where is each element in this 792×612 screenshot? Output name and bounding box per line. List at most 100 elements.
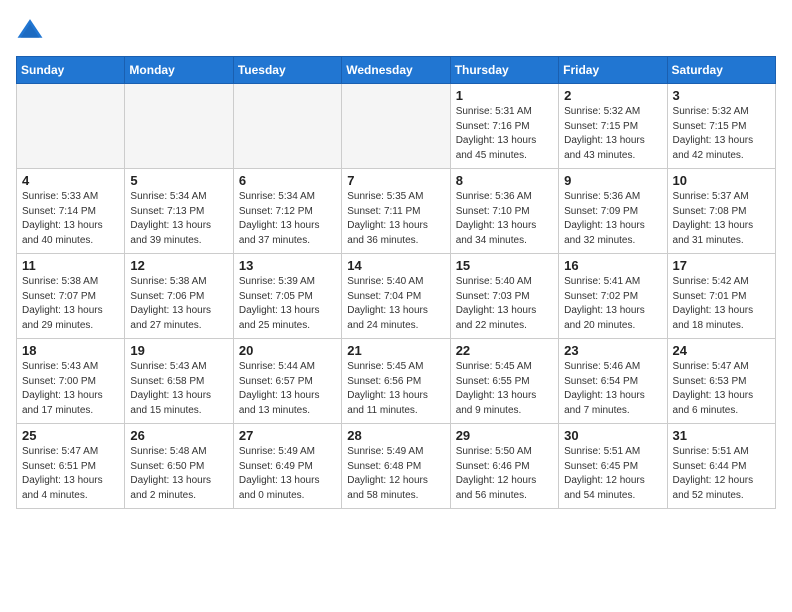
day-cell: 29 Sunrise: 5:50 AMSunset: 6:46 PMDayligh… [450, 424, 558, 509]
day-number: 11 [22, 258, 119, 273]
day-info: Sunrise: 5:49 AMSunset: 6:49 PMDaylight:… [239, 445, 336, 503]
day-info: Sunrise: 5:32 AMSunset: 7:15 PMDaylight:… [673, 105, 770, 163]
day-number: 7 [347, 173, 444, 188]
day-cell: 10 Sunrise: 5:37 AMSunset: 7:08 PMDayligh… [667, 169, 775, 254]
day-cell: 6Sunrise: 5:34 AMSunset: 7:12 PMDaylight… [233, 169, 341, 254]
day-info: Sunrise: 5:51 AMSunset: 6:45 PMDaylight:… [564, 445, 661, 503]
day-number: 25 [22, 428, 119, 443]
week-row: 1 Sunrise: 5:31 AMSunset: 7:16 PMDaylight… [17, 84, 776, 169]
day-number: 3 [673, 88, 770, 103]
day-cell: 26Sunrise: 5:48 AMSunset: 6:50 PMDayligh… [125, 424, 233, 509]
day-cell [125, 84, 233, 169]
day-number: 8 [456, 173, 553, 188]
day-cell: 2 Sunrise: 5:32 AMSunset: 7:15 PMDaylight… [559, 84, 667, 169]
weekday-header-cell: Tuesday [233, 57, 341, 84]
day-cell: 31 Sunrise: 5:51 AMSunset: 6:44 PMDayligh… [667, 424, 775, 509]
day-info: Sunrise: 5:43 AMSunset: 7:00 PMDaylight:… [22, 360, 119, 418]
day-number: 9 [564, 173, 661, 188]
day-info: Sunrise: 5:42 AMSunset: 7:01 PMDaylight:… [673, 275, 770, 333]
day-cell: 12 Sunrise: 5:38 AMSunset: 7:06 PMDayligh… [125, 254, 233, 339]
day-number: 29 [456, 428, 553, 443]
day-info: Sunrise: 5:36 AMSunset: 7:10 PMDaylight:… [456, 190, 553, 248]
day-cell: 8 Sunrise: 5:36 AMSunset: 7:10 PMDaylight… [450, 169, 558, 254]
day-number: 12 [130, 258, 227, 273]
day-info: Sunrise: 5:41 AMSunset: 7:02 PMDaylight:… [564, 275, 661, 333]
day-cell: 4 Sunrise: 5:33 AMSunset: 7:14 PMDaylight… [17, 169, 125, 254]
day-info: Sunrise: 5:36 AMSunset: 7:09 PMDaylight:… [564, 190, 661, 248]
week-row: 11 Sunrise: 5:38 AMSunset: 7:07 PMDayligh… [17, 254, 776, 339]
day-info: Sunrise: 5:45 AMSunset: 6:55 PMDaylight:… [456, 360, 553, 418]
day-cell: 13Sunrise: 5:39 AMSunset: 7:05 PMDayligh… [233, 254, 341, 339]
day-number: 14 [347, 258, 444, 273]
day-cell: 17Sunrise: 5:42 AMSunset: 7:01 PMDayligh… [667, 254, 775, 339]
day-info: Sunrise: 5:35 AMSunset: 7:11 PMDaylight:… [347, 190, 444, 248]
day-info: Sunrise: 5:49 AMSunset: 6:48 PMDaylight:… [347, 445, 444, 503]
day-number: 20 [239, 343, 336, 358]
day-number: 24 [673, 343, 770, 358]
day-cell [233, 84, 341, 169]
day-cell: 1 Sunrise: 5:31 AMSunset: 7:16 PMDaylight… [450, 84, 558, 169]
week-row: 4 Sunrise: 5:33 AMSunset: 7:14 PMDaylight… [17, 169, 776, 254]
day-number: 10 [673, 173, 770, 188]
weekday-header-cell: Monday [125, 57, 233, 84]
calendar-body: 1 Sunrise: 5:31 AMSunset: 7:16 PMDaylight… [17, 84, 776, 509]
day-cell: 21Sunrise: 5:45 AMSunset: 6:56 PMDayligh… [342, 339, 450, 424]
day-info: Sunrise: 5:38 AMSunset: 7:07 PMDaylight:… [22, 275, 119, 333]
day-number: 16 [564, 258, 661, 273]
weekday-header-row: SundayMondayTuesdayWednesdayThursdayFrid… [17, 57, 776, 84]
day-number: 15 [456, 258, 553, 273]
day-cell: 3 Sunrise: 5:32 AMSunset: 7:15 PMDaylight… [667, 84, 775, 169]
day-cell: 28 Sunrise: 5:49 AMSunset: 6:48 PMDayligh… [342, 424, 450, 509]
day-cell: 20 Sunrise: 5:44 AMSunset: 6:57 PMDayligh… [233, 339, 341, 424]
weekday-header-cell: Sunday [17, 57, 125, 84]
weekday-header-cell: Friday [559, 57, 667, 84]
day-info: Sunrise: 5:40 AMSunset: 7:04 PMDaylight:… [347, 275, 444, 333]
day-info: Sunrise: 5:38 AMSunset: 7:06 PMDaylight:… [130, 275, 227, 333]
day-number: 2 [564, 88, 661, 103]
day-cell: 25Sunrise: 5:47 AMSunset: 6:51 PMDayligh… [17, 424, 125, 509]
day-cell: 5Sunrise: 5:34 AMSunset: 7:13 PMDaylight… [125, 169, 233, 254]
day-number: 28 [347, 428, 444, 443]
week-row: 25Sunrise: 5:47 AMSunset: 6:51 PMDayligh… [17, 424, 776, 509]
day-cell: 9 Sunrise: 5:36 AMSunset: 7:09 PMDaylight… [559, 169, 667, 254]
day-info: Sunrise: 5:33 AMSunset: 7:14 PMDaylight:… [22, 190, 119, 248]
day-cell: 18 Sunrise: 5:43 AMSunset: 7:00 PMDayligh… [17, 339, 125, 424]
weekday-header-cell: Thursday [450, 57, 558, 84]
weekday-header-cell: Wednesday [342, 57, 450, 84]
day-info: Sunrise: 5:37 AMSunset: 7:08 PMDaylight:… [673, 190, 770, 248]
day-cell [342, 84, 450, 169]
day-info: Sunrise: 5:46 AMSunset: 6:54 PMDaylight:… [564, 360, 661, 418]
day-cell: 30 Sunrise: 5:51 AMSunset: 6:45 PMDayligh… [559, 424, 667, 509]
day-cell: 7 Sunrise: 5:35 AMSunset: 7:11 PMDaylight… [342, 169, 450, 254]
day-info: Sunrise: 5:50 AMSunset: 6:46 PMDaylight:… [456, 445, 553, 503]
weekday-header-cell: Saturday [667, 57, 775, 84]
day-cell: 24Sunrise: 5:47 AMSunset: 6:53 PMDayligh… [667, 339, 775, 424]
day-info: Sunrise: 5:44 AMSunset: 6:57 PMDaylight:… [239, 360, 336, 418]
day-number: 31 [673, 428, 770, 443]
day-info: Sunrise: 5:40 AMSunset: 7:03 PMDaylight:… [456, 275, 553, 333]
day-cell: 23 Sunrise: 5:46 AMSunset: 6:54 PMDayligh… [559, 339, 667, 424]
page-header [16, 16, 776, 44]
logo-icon [16, 16, 44, 44]
day-info: Sunrise: 5:45 AMSunset: 6:56 PMDaylight:… [347, 360, 444, 418]
day-number: 26 [130, 428, 227, 443]
day-cell: 11 Sunrise: 5:38 AMSunset: 7:07 PMDayligh… [17, 254, 125, 339]
day-number: 1 [456, 88, 553, 103]
day-number: 19 [130, 343, 227, 358]
day-cell: 22 Sunrise: 5:45 AMSunset: 6:55 PMDayligh… [450, 339, 558, 424]
day-number: 22 [456, 343, 553, 358]
day-number: 13 [239, 258, 336, 273]
day-info: Sunrise: 5:31 AMSunset: 7:16 PMDaylight:… [456, 105, 553, 163]
day-cell: 14 Sunrise: 5:40 AMSunset: 7:04 PMDayligh… [342, 254, 450, 339]
day-info: Sunrise: 5:51 AMSunset: 6:44 PMDaylight:… [673, 445, 770, 503]
logo [16, 16, 48, 44]
day-info: Sunrise: 5:34 AMSunset: 7:13 PMDaylight:… [130, 190, 227, 248]
day-number: 6 [239, 173, 336, 188]
day-cell: 27 Sunrise: 5:49 AMSunset: 6:49 PMDayligh… [233, 424, 341, 509]
day-number: 30 [564, 428, 661, 443]
day-info: Sunrise: 5:32 AMSunset: 7:15 PMDaylight:… [564, 105, 661, 163]
day-number: 4 [22, 173, 119, 188]
day-number: 23 [564, 343, 661, 358]
day-number: 27 [239, 428, 336, 443]
day-number: 18 [22, 343, 119, 358]
